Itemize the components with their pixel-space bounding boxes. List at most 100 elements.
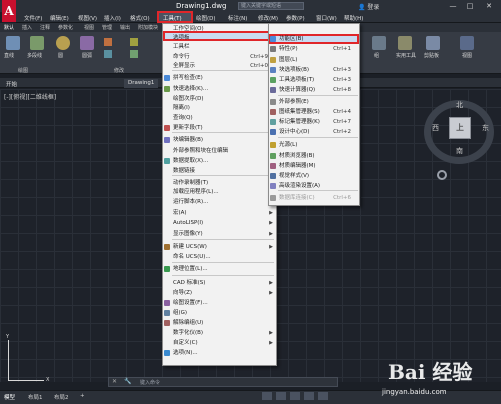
command-settings-icon[interactable]: 🔧 (124, 378, 131, 385)
viewcube-top-face[interactable]: 上 (449, 117, 471, 139)
close-button[interactable]: ✕ (482, 1, 496, 11)
tab-layout2[interactable]: 布局2 (54, 393, 69, 401)
menu-dimension[interactable]: 标注(N) (228, 14, 247, 22)
ribbon-tab-parametric[interactable]: 参数化 (58, 24, 73, 31)
compass-north[interactable]: 北 (456, 100, 463, 110)
tools-menu-item[interactable]: 查询(Q)▶ (163, 113, 276, 123)
tools-menu-item[interactable]: 显示图像(Y) ▶ (163, 229, 276, 239)
palettes-submenu-item[interactable]: 功能区(B) (269, 34, 359, 44)
tools-menu-item[interactable]: 运行脚本(R)... (163, 197, 276, 207)
ribbon-tab-view[interactable]: 视图 (84, 24, 94, 31)
ribbon-tab-home[interactable]: 默认 (4, 24, 14, 31)
palettes-submenu-item[interactable]: 视觉样式(V) (269, 171, 359, 181)
group-tool-icon[interactable] (372, 36, 386, 50)
menu-tools[interactable]: 工具(T) (157, 11, 193, 23)
palettes-submenu-item[interactable]: 块选项板(B) Ctrl+3 (269, 65, 359, 75)
menu-modify[interactable]: 修改(M) (258, 14, 278, 22)
tools-menu-item[interactable]: 数据提取(X)... (163, 156, 276, 166)
tools-menu-item[interactable]: 外部参照和块在位编辑▶ (163, 146, 276, 156)
search-input[interactable]: 键入关键字或短语 (238, 2, 304, 10)
copy-tool-icon[interactable] (130, 38, 138, 46)
palettes-submenu-item[interactable]: 工具选项板(T) Ctrl+3 (269, 75, 359, 85)
menu-insert[interactable]: 插入(I) (104, 14, 121, 22)
tab-model[interactable]: 模型 (4, 393, 15, 401)
menu-format[interactable]: 格式(O) (130, 14, 150, 22)
ortho-icon[interactable] (304, 392, 314, 400)
move-tool-icon[interactable] (104, 38, 112, 46)
arc-tool-icon[interactable] (80, 36, 94, 50)
close-command-line-icon[interactable]: ✕ (112, 378, 117, 385)
tab-start[interactable]: 开始 (2, 79, 21, 88)
menu-file[interactable]: 文件(F) (24, 14, 42, 22)
tab-drawing1[interactable]: Drawing1 (124, 79, 159, 88)
palettes-submenu-item[interactable]: 标记集管理器(K) Ctrl+7 (269, 117, 359, 127)
tools-menu-item[interactable]: 块编辑器(B) (163, 135, 276, 145)
viewport-controls[interactable]: [-][俯视][二维线框] (4, 92, 56, 101)
palettes-submenu-item[interactable]: 材质编辑器(M) (269, 161, 359, 171)
menu-window[interactable]: 窗口(W) (316, 14, 337, 22)
tools-menu-item[interactable]: CAD 标准(S) ▶ (163, 278, 276, 288)
polyline-tool-icon[interactable] (30, 36, 44, 50)
tools-menu-item[interactable]: AutoLISP(I) ▶ (163, 218, 276, 228)
app-logo-icon[interactable]: A (2, 0, 16, 22)
ribbon-tab-manage[interactable]: 管理 (102, 24, 112, 31)
sign-in-button[interactable]: 👤 登录 (358, 2, 379, 11)
utilities-tool-icon[interactable] (398, 36, 412, 50)
tools-menu-item[interactable]: 组(G) (163, 308, 276, 318)
submenu-item-shortcut: Ctrl+4 (333, 109, 351, 115)
palettes-submenu-item[interactable]: 图层(L) (269, 55, 359, 65)
navigation-bar-orbit-icon[interactable] (437, 170, 447, 180)
tools-menu-item[interactable]: 地理位置(L)... (163, 264, 276, 274)
tools-menu-item[interactable]: 隔离(I)▶ (163, 103, 276, 113)
command-input[interactable]: 键入命令 (140, 379, 160, 386)
ribbon-tab-addins[interactable]: 附加模块 (138, 24, 158, 31)
palettes-submenu-item[interactable]: 图纸集管理器(S) Ctrl+4 (269, 107, 359, 117)
menu-draw[interactable]: 绘图(D) (196, 14, 216, 22)
circle-tool-icon[interactable] (56, 36, 70, 50)
palettes-submenu-item[interactable]: 快速计算器(Q) Ctrl+8 (269, 85, 359, 95)
mirror-tool-icon[interactable] (130, 50, 138, 58)
menu-help[interactable]: 帮助(H) (344, 14, 363, 22)
tab-add-layout[interactable]: + (80, 393, 85, 399)
palettes-submenu-item[interactable]: 材质浏览器(B) (269, 151, 359, 161)
polar-icon[interactable] (318, 392, 328, 400)
compass-west[interactable]: 西 (432, 123, 439, 133)
panel-draw-label[interactable]: 绘图 (18, 67, 28, 74)
tab-layout1[interactable]: 布局1 (28, 393, 43, 401)
tools-menu-item[interactable]: 绘图设置(F)... (163, 298, 276, 308)
menu-edit[interactable]: 编辑(E) (50, 14, 69, 22)
line-tool-icon[interactable] (6, 36, 20, 50)
ribbon-tab-annotate[interactable]: 注释 (40, 24, 50, 31)
palettes-submenu-item[interactable]: 特性(P) Ctrl+1 (269, 44, 359, 54)
tools-menu-item[interactable]: 解除编组(U) (163, 318, 276, 328)
snap-icon[interactable] (290, 392, 300, 400)
grid-icon[interactable] (276, 392, 286, 400)
ribbon-tab-output[interactable]: 输出 (120, 24, 130, 31)
palettes-submenu-item[interactable]: 光源(L) (269, 140, 359, 150)
rotate-tool-icon[interactable] (104, 50, 112, 58)
palettes-submenu-item[interactable]: 外部参照(E) (269, 97, 359, 107)
menu-view[interactable]: 视图(V) (78, 14, 97, 22)
tools-menu-item[interactable]: 自定义(C) ▶ (163, 338, 276, 348)
tools-menu-item[interactable]: 向导(Z) ▶ (163, 288, 276, 298)
tools-menu-item[interactable]: 加载应用程序(L)... (163, 187, 276, 197)
tools-menu-item[interactable]: 工具栏▶ (163, 42, 276, 52)
tools-menu-item[interactable]: 快速选择(K)... (163, 84, 276, 94)
compass-east[interactable]: 东 (482, 123, 489, 133)
menu-parametric[interactable]: 参数(P) (286, 14, 305, 22)
tools-menu-item[interactable]: 数字化仪(B) ▶ (163, 328, 276, 338)
tools-menu-item[interactable]: 新建 UCS(W) ▶ (163, 242, 276, 252)
panel-modify-label[interactable]: 修改 (114, 67, 124, 74)
clipboard-tool-icon[interactable] (426, 36, 440, 50)
maximize-button[interactable]: □ (463, 1, 477, 11)
tools-menu-item[interactable]: 宏(A) ▶ (163, 208, 276, 218)
palettes-submenu-item[interactable]: 设计中心(D) Ctrl+2 (269, 127, 359, 137)
ribbon-tab-insert[interactable]: 插入 (22, 24, 32, 31)
compass-south[interactable]: 南 (456, 146, 463, 156)
view-tool-icon[interactable] (460, 36, 474, 50)
tools-menu-item[interactable]: 拼写检查(E) (163, 73, 276, 83)
minimize-button[interactable]: — (446, 1, 460, 11)
model-space-icon[interactable] (262, 392, 272, 400)
tools-menu-item[interactable]: 选项(N)... (163, 348, 276, 358)
tools-menu-item[interactable]: 命名 UCS(U)... (163, 252, 276, 262)
